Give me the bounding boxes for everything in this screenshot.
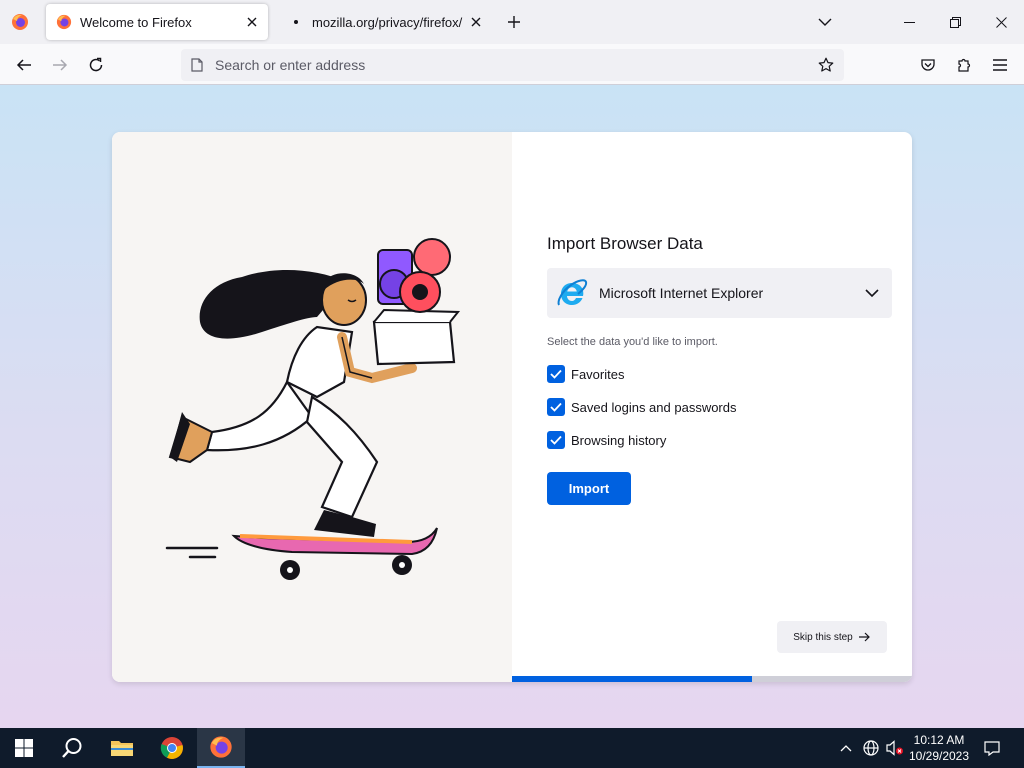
network-button[interactable] (861, 738, 881, 758)
start-button[interactable] (0, 728, 48, 768)
favorites-label: Favorites (571, 366, 625, 382)
chevron-down-icon (860, 281, 884, 305)
navigation-toolbar (0, 44, 1024, 85)
firefox-logo-icon (12, 14, 28, 30)
pocket-button[interactable] (913, 50, 943, 80)
welcome-page: Import Browser Data Microsoft Internet E… (0, 85, 1024, 728)
tab-title: Welcome to Firefox (80, 14, 192, 30)
illustration-pane (112, 132, 512, 682)
restore-icon (949, 16, 961, 28)
skip-step-button[interactable]: Skip this step (777, 621, 887, 653)
progress-track (512, 676, 912, 682)
history-label: Browsing history (571, 432, 667, 448)
import-pane: Import Browser Data Microsoft Internet E… (512, 132, 912, 682)
favorites-option[interactable]: Favorites (547, 364, 624, 384)
firefox-taskbar-button[interactable] (197, 728, 245, 768)
restore-button[interactable] (932, 0, 978, 44)
selected-browser-label: Microsoft Internet Explorer (599, 285, 764, 301)
list-all-tabs-button[interactable] (812, 10, 838, 34)
plus-icon (508, 16, 520, 28)
firefox-logo-icon (210, 736, 232, 758)
firefox-favicon-icon (56, 14, 72, 30)
chrome-button[interactable] (148, 728, 196, 768)
minimize-button[interactable] (886, 0, 932, 44)
import-instruction: Select the data you'd like to import. (547, 336, 718, 348)
reload-icon (89, 57, 103, 72)
notification-icon (984, 741, 1000, 756)
logins-checkbox[interactable] (547, 398, 565, 416)
new-tab-button[interactable] (502, 10, 526, 34)
extensions-button[interactable] (949, 50, 979, 80)
favorites-checkbox[interactable] (547, 365, 565, 383)
close-window-button[interactable] (978, 0, 1024, 44)
system-clock[interactable]: 10:12 AM 10/29/2023 (904, 732, 974, 764)
tab-privacy[interactable]: mozilla.org/privacy/firefox/ (278, 4, 492, 40)
checkmark-icon (550, 435, 562, 445)
page-icon (189, 58, 205, 72)
windows-logo-icon (15, 739, 33, 757)
arrow-left-icon (16, 59, 31, 71)
windows-taskbar: 10:12 AM 10/29/2023 (0, 728, 1024, 768)
chevron-up-icon (840, 745, 852, 752)
tab-strip: Welcome to Firefox mozilla.org/privacy/f… (0, 0, 1024, 44)
close-tab-icon[interactable] (240, 10, 264, 34)
arrow-right-icon (53, 59, 68, 71)
pocket-icon (921, 59, 935, 71)
back-button[interactable] (9, 50, 39, 80)
forward-button[interactable] (45, 50, 75, 80)
import-card: Import Browser Data Microsoft Internet E… (112, 132, 912, 682)
volume-button[interactable] (885, 738, 905, 758)
hamburger-menu-icon (993, 59, 1007, 71)
import-button[interactable]: Import (547, 472, 631, 505)
logins-option[interactable]: Saved logins and passwords (547, 397, 737, 417)
checkmark-icon (550, 402, 562, 412)
file-explorer-button[interactable] (98, 728, 146, 768)
logins-label: Saved logins and passwords (571, 399, 737, 415)
arrow-right-icon (858, 632, 871, 642)
search-button[interactable] (48, 728, 96, 768)
internet-explorer-icon (555, 276, 589, 310)
tab-title: mozilla.org/privacy/firefox/ (312, 14, 463, 30)
address-input[interactable] (215, 57, 812, 73)
app-menu-button[interactable] (985, 50, 1015, 80)
history-checkbox[interactable] (547, 431, 565, 449)
tab-welcome[interactable]: Welcome to Firefox (46, 4, 268, 40)
history-option[interactable]: Browsing history (547, 430, 666, 450)
folder-icon (111, 741, 133, 756)
clock-time: 10:12 AM (913, 733, 965, 747)
puzzle-icon (958, 58, 971, 72)
clock-date: 10/29/2023 (908, 749, 970, 763)
loading-dot-icon (288, 14, 304, 30)
action-center-button[interactable] (982, 738, 1002, 758)
search-icon (62, 738, 82, 758)
browser-source-dropdown[interactable]: Microsoft Internet Explorer (547, 268, 892, 318)
address-bar[interactable] (181, 49, 844, 81)
skip-step-label: Skip this step (793, 631, 853, 643)
volume-muted-icon (886, 740, 903, 756)
chrome-icon (160, 737, 183, 759)
checkmark-icon (550, 369, 562, 379)
minimize-icon (903, 21, 915, 23)
firefox-view-button[interactable] (0, 0, 40, 44)
skateboarder-illustration (165, 238, 461, 580)
reload-button[interactable] (81, 50, 111, 80)
import-title: Import Browser Data (547, 234, 703, 253)
chevron-down-icon (818, 18, 832, 26)
progress-fill (512, 676, 752, 682)
show-hidden-icons-button[interactable] (836, 738, 856, 758)
globe-icon (863, 740, 879, 756)
close-tab-icon[interactable] (464, 10, 488, 34)
close-icon (995, 16, 1007, 28)
bookmark-star-icon[interactable] (812, 51, 840, 79)
